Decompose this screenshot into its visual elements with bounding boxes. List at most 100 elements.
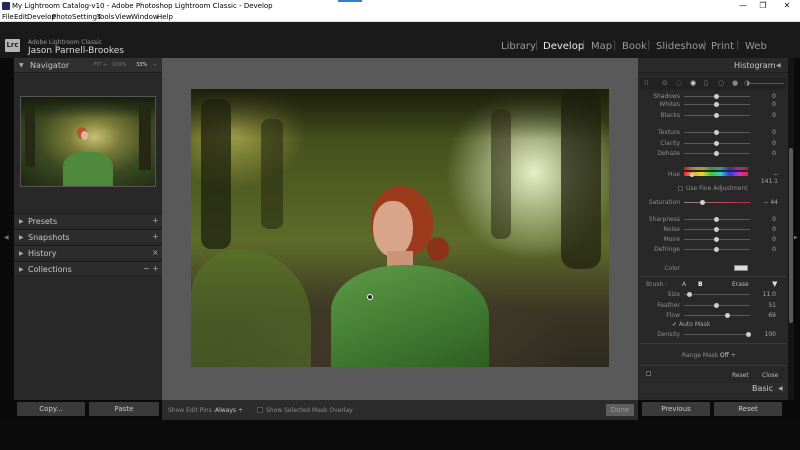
- collection-actions-icon[interactable]: − +: [143, 264, 159, 273]
- range-mask-select[interactable]: Off ÷: [720, 352, 736, 359]
- module-print[interactable]: Print: [711, 41, 734, 52]
- slider-value-clarity[interactable]: 0: [760, 140, 776, 147]
- menu-view[interactable]: View: [115, 13, 132, 21]
- section-history[interactable]: ▶ History ×: [14, 245, 162, 259]
- navigator-preview[interactable]: [20, 96, 156, 187]
- slider-value-texture[interactable]: 0: [760, 129, 776, 136]
- slider-value-dehaze[interactable]: 0: [760, 150, 776, 157]
- reset-button[interactable]: Reset: [714, 402, 782, 416]
- slider-knob-clarity[interactable]: [714, 141, 719, 146]
- clear-history-icon[interactable]: ×: [152, 248, 159, 257]
- zoom-more[interactable]: ÷: [153, 62, 157, 68]
- slider-label-blacks: Blacks: [660, 112, 680, 119]
- slider-knob-defringe[interactable]: [714, 247, 719, 252]
- slider-value-feather[interactable]: 51: [760, 302, 776, 309]
- module-library[interactable]: Library: [501, 41, 536, 52]
- redeye-icon[interactable]: ◉: [690, 79, 696, 87]
- slider-value-defringe[interactable]: 0: [760, 246, 776, 253]
- module-map[interactable]: Map: [591, 41, 612, 52]
- module-develop[interactable]: Develop: [543, 41, 584, 52]
- add-snapshot-icon[interactable]: +: [152, 232, 159, 241]
- brush-panel-toggle-icon[interactable]: ▼: [772, 280, 777, 288]
- slider-knob-feather[interactable]: [714, 303, 719, 308]
- slider-value-shadows[interactable]: 0: [760, 93, 776, 100]
- minimize-button[interactable]: —: [734, 1, 752, 11]
- slider-knob-flow[interactable]: [725, 313, 730, 318]
- slider-knob-size[interactable]: [687, 292, 692, 297]
- section-presets[interactable]: ▶ Presets +: [14, 213, 162, 227]
- slider-knob-moire[interactable]: [714, 237, 719, 242]
- menu-photo[interactable]: Photo: [52, 13, 72, 21]
- slider-label-flow: Flow: [666, 312, 680, 319]
- fine-adjustment-checkbox[interactable]: [678, 186, 683, 191]
- slider-value-blacks[interactable]: 0: [760, 112, 776, 119]
- graduated-filter-icon[interactable]: ▯: [704, 79, 708, 87]
- previous-button[interactable]: Previous: [642, 402, 710, 416]
- crop-icon[interactable]: ⊙: [662, 79, 668, 87]
- grid-icon[interactable]: ⁞⁞: [644, 79, 648, 87]
- module-web[interactable]: Web: [745, 41, 767, 52]
- brush-label: Brush :: [646, 281, 668, 288]
- section-collections[interactable]: ▶ Collections − +: [14, 261, 162, 275]
- menu-help[interactable]: Help: [157, 13, 173, 21]
- slider-track[interactable]: [684, 294, 750, 295]
- color-swatch[interactable]: [734, 265, 748, 271]
- slider-value-sharpness[interactable]: 0: [760, 216, 776, 223]
- slider-value-saturation[interactable]: − 44: [756, 199, 778, 206]
- slider-value-hue[interactable]: − 141.1: [756, 171, 778, 185]
- slider-value-density[interactable]: 100: [760, 331, 776, 338]
- brush-a-button[interactable]: A: [682, 281, 686, 288]
- basic-header[interactable]: Basic ◀: [640, 383, 786, 393]
- mask-overlay-checkbox[interactable]: [257, 407, 263, 413]
- brush-icon[interactable]: ●: [732, 79, 738, 87]
- paste-button[interactable]: Paste: [89, 402, 159, 416]
- zoom-fit[interactable]: FIT ÷: [94, 62, 107, 68]
- slider-knob-density[interactable]: [746, 332, 751, 337]
- mask-reset-button[interactable]: Reset: [732, 372, 749, 379]
- saturation-track[interactable]: [684, 202, 750, 203]
- brush-erase-button[interactable]: Erase: [732, 281, 749, 288]
- slider-knob-shadows[interactable]: [714, 94, 719, 99]
- done-button[interactable]: Done: [606, 404, 634, 416]
- slider-value-flow[interactable]: 69: [760, 312, 776, 319]
- slider-value-size[interactable]: 11.0: [760, 291, 776, 298]
- module-slideshow[interactable]: Slideshow: [656, 41, 706, 52]
- slider-knob-saturation[interactable]: [700, 200, 705, 205]
- auto-mask-check-icon[interactable]: ✓: [672, 321, 677, 328]
- main-photo[interactable]: [191, 89, 609, 367]
- slider-knob-blacks[interactable]: [714, 113, 719, 118]
- show-edit-pins-select[interactable]: Always ÷: [215, 407, 243, 414]
- mask-close-button[interactable]: Close: [762, 372, 778, 379]
- maximize-button[interactable]: ❐: [754, 1, 772, 11]
- menu-file[interactable]: File: [2, 13, 14, 21]
- zoom-100[interactable]: 100%: [112, 62, 126, 68]
- slider-knob-dehaze[interactable]: [714, 151, 719, 156]
- slider-value-whites[interactable]: 0: [760, 101, 776, 108]
- slider-knob-hue[interactable]: [690, 173, 694, 177]
- spot-removal-icon[interactable]: ◌: [676, 79, 682, 87]
- close-window-button[interactable]: ✕: [778, 1, 796, 11]
- menu-window[interactable]: Window: [131, 13, 159, 21]
- right-panel-scroll-thumb[interactable]: [789, 148, 793, 323]
- slider-value-noise[interactable]: 0: [760, 226, 776, 233]
- module-book[interactable]: Book: [622, 41, 647, 52]
- slider-knob-texture[interactable]: [714, 130, 719, 135]
- slider-track[interactable]: [684, 334, 750, 335]
- radial-filter-icon[interactable]: ○: [718, 79, 724, 87]
- slider-knob-noise[interactable]: [714, 227, 719, 232]
- section-snapshots[interactable]: ▶ Snapshots +: [14, 229, 162, 243]
- slider-track[interactable]: [684, 315, 750, 316]
- slider-value-moire[interactable]: 0: [760, 236, 776, 243]
- menu-edit[interactable]: Edit: [14, 13, 28, 21]
- brush-b-button[interactable]: B: [698, 281, 703, 288]
- histogram-header[interactable]: Histogram ◀: [638, 58, 788, 73]
- left-panel-collapse-icon[interactable]: ◀: [4, 234, 9, 241]
- menu-tools[interactable]: Tools: [97, 13, 114, 21]
- add-preset-icon[interactable]: +: [152, 216, 159, 225]
- slider-knob-whites[interactable]: [714, 102, 719, 107]
- mask-toggle-switch[interactable]: [646, 371, 651, 376]
- zoom-33[interactable]: 33%: [136, 62, 147, 68]
- navigator-header[interactable]: ▼ Navigator FIT ÷ 100% 33% ÷: [14, 58, 162, 73]
- slider-knob-sharpness[interactable]: [714, 217, 719, 222]
- copy-button[interactable]: Copy...: [17, 402, 85, 416]
